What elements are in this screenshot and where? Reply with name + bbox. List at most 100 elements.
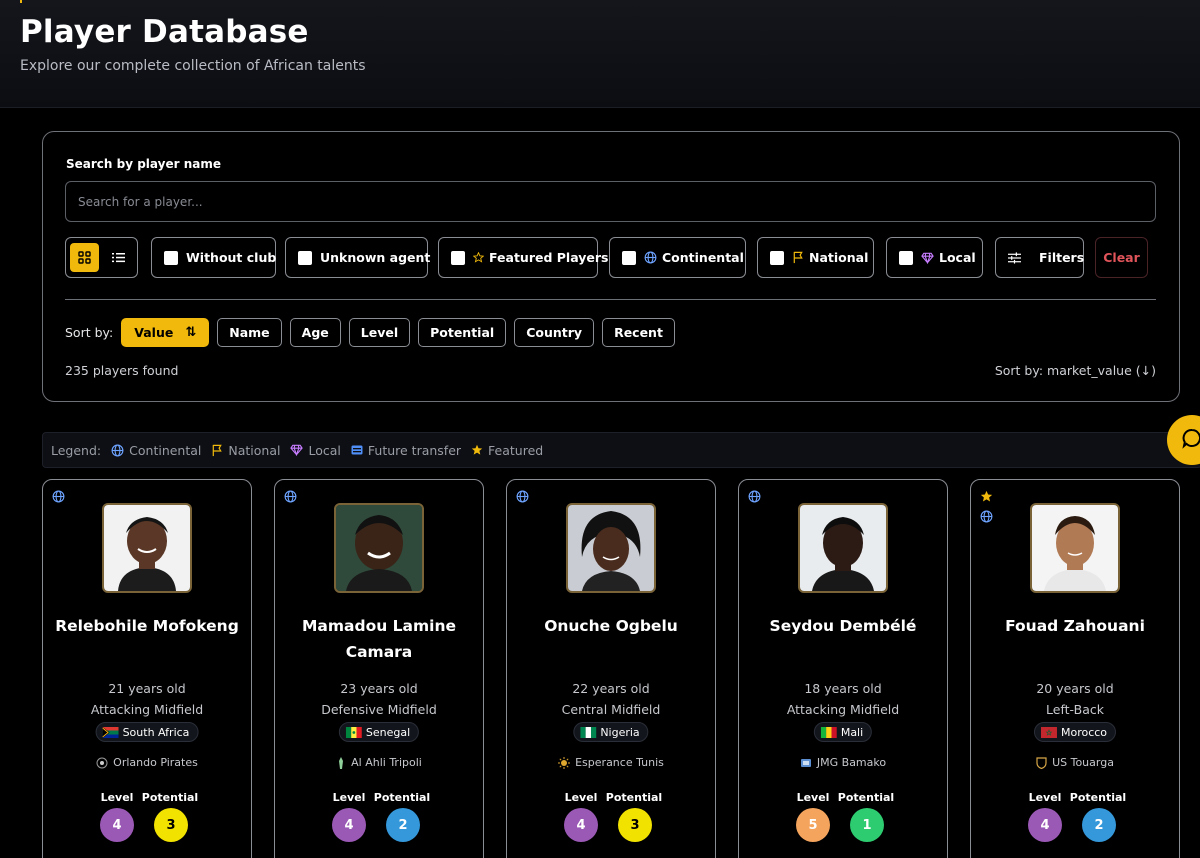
level-badge: 4: [332, 808, 366, 842]
flag-mali-icon: [820, 726, 837, 738]
club-crest-icon: [800, 757, 812, 769]
level-badge: 4: [564, 808, 598, 842]
national-checkbox[interactable]: [770, 250, 784, 265]
player-age: 18 years old: [804, 681, 882, 696]
globe-icon: [980, 508, 993, 527]
club-name: Orlando Pirates: [113, 756, 198, 769]
list-icon: [112, 253, 125, 263]
card-badges: [980, 488, 993, 527]
level-label: Level: [1028, 791, 1062, 804]
player-position: Attacking Midfield: [90, 702, 204, 717]
legend-future-transfer: Future transfer: [351, 443, 461, 458]
divider: [65, 299, 1156, 300]
sort-age-button[interactable]: Age: [289, 317, 341, 347]
country-badge: South Africa: [95, 722, 199, 742]
featured-filter[interactable]: Featured Players: [438, 237, 609, 278]
search-input[interactable]: [65, 181, 1156, 222]
level-label: Level: [564, 791, 598, 804]
filters-button[interactable]: Filters: [995, 237, 1084, 278]
player-avatar: [798, 503, 888, 593]
legend-bar: Legend: Continental National Local Futur…: [42, 432, 1200, 468]
player-position: Attacking Midfield: [786, 702, 900, 717]
flag-icon: [211, 444, 223, 457]
sort-recent-button[interactable]: Recent: [602, 317, 675, 347]
globe-icon: [644, 251, 657, 264]
potential-badge: 3: [618, 808, 652, 842]
continental-checkbox[interactable]: [622, 250, 636, 265]
potential-label: Potential: [1069, 791, 1127, 804]
potential-badge: 1: [850, 808, 884, 842]
sort-potential-button[interactable]: Potential: [418, 317, 507, 347]
page-title: Player Database: [20, 14, 309, 50]
local-filter[interactable]: Local: [886, 237, 983, 278]
level-badge: 4: [1028, 808, 1062, 842]
sort-row: Sort by: Value ⇅ Name Age Level Potentia…: [65, 317, 683, 347]
card-badges: [748, 488, 761, 507]
club-crest-icon: [96, 757, 108, 769]
player-club: Esperance Tunis: [507, 756, 715, 769]
without-club-label: Without club: [186, 250, 277, 265]
sliders-icon: [1008, 251, 1021, 264]
player-name: Fouad Zahouani: [1005, 617, 1145, 635]
sort-label: Sort by:: [65, 324, 114, 340]
sort-value-button[interactable]: Value ⇅: [121, 317, 210, 347]
without-club-checkbox[interactable]: [164, 250, 178, 265]
clear-button[interactable]: Clear: [1095, 237, 1148, 278]
national-filter[interactable]: National: [757, 237, 874, 278]
unknown-agent-checkbox[interactable]: [298, 250, 312, 265]
potential-label: Potential: [141, 791, 199, 804]
transfer-icon: [351, 444, 363, 456]
featured-label: Featured Players: [489, 250, 609, 265]
continental-label: Continental: [662, 250, 744, 265]
list-view-button[interactable]: [104, 243, 133, 272]
view-toggle: [65, 237, 138, 278]
sort-country-button[interactable]: Country: [514, 317, 595, 347]
sort-info: Sort by: market_value (↓): [994, 363, 1156, 378]
star-icon: [980, 488, 993, 507]
player-age: 22 years old: [572, 681, 650, 696]
globe-icon: [52, 488, 65, 507]
flag-morocco-icon: [1040, 726, 1057, 738]
unknown-agent-label: Unknown agent: [320, 250, 431, 265]
potential-label: Potential: [605, 791, 663, 804]
club-crest-icon: [1036, 756, 1047, 769]
level-badge: 4: [100, 808, 134, 842]
player-card[interactable]: Mamadou Lamine Camara 23 years old Defen…: [274, 479, 484, 858]
country-name: Mali: [840, 725, 864, 739]
accent-mark: [20, 0, 22, 3]
without-club-filter[interactable]: Without club: [151, 237, 276, 278]
search-panel: Search by player name Without club Unkno…: [42, 131, 1180, 402]
club-name: Esperance Tunis: [575, 756, 664, 769]
player-avatar: [102, 503, 192, 593]
continental-filter[interactable]: Continental: [609, 237, 746, 278]
player-avatar: [1030, 503, 1120, 593]
player-card[interactable]: Relebohile Mofokeng 21 years old Attacki…: [42, 479, 252, 858]
local-checkbox[interactable]: [899, 250, 913, 265]
gem-icon: [921, 252, 934, 264]
unknown-agent-filter[interactable]: Unknown agent: [285, 237, 431, 278]
gem-icon: [290, 444, 304, 456]
sort-level-button[interactable]: Level: [348, 317, 411, 347]
sort-name-button[interactable]: Name: [217, 317, 282, 347]
player-card[interactable]: Seydou Dembélé 18 years old Attacking Mi…: [738, 479, 948, 858]
featured-checkbox[interactable]: [451, 250, 465, 265]
potential-badge: 2: [1082, 808, 1116, 842]
flag-icon: [792, 251, 804, 264]
club-crest-icon: [558, 756, 571, 769]
legend-featured: Featured: [471, 443, 543, 458]
player-card[interactable]: Onuche Ogbelu 22 years old Central Midfi…: [506, 479, 716, 858]
legend-future-transfer-label: Future transfer: [367, 442, 462, 458]
player-card[interactable]: Fouad Zahouani 20 years old Left-Back Mo…: [970, 479, 1180, 858]
globe-icon: [516, 488, 529, 507]
sort-value-label: Value: [134, 324, 174, 340]
potential-badge: 3: [154, 808, 188, 842]
grid-icon: [78, 251, 91, 264]
results-count: 235 players found: [65, 363, 179, 378]
grid-view-button[interactable]: [70, 243, 99, 272]
country-name: Morocco: [1060, 725, 1108, 739]
club-name: JMG Bamako: [816, 756, 887, 769]
legend-local-label: Local: [308, 442, 341, 458]
flag-south-africa-icon: [102, 726, 119, 738]
potential-badge: 2: [386, 808, 420, 842]
chat-icon: [1181, 427, 1200, 453]
